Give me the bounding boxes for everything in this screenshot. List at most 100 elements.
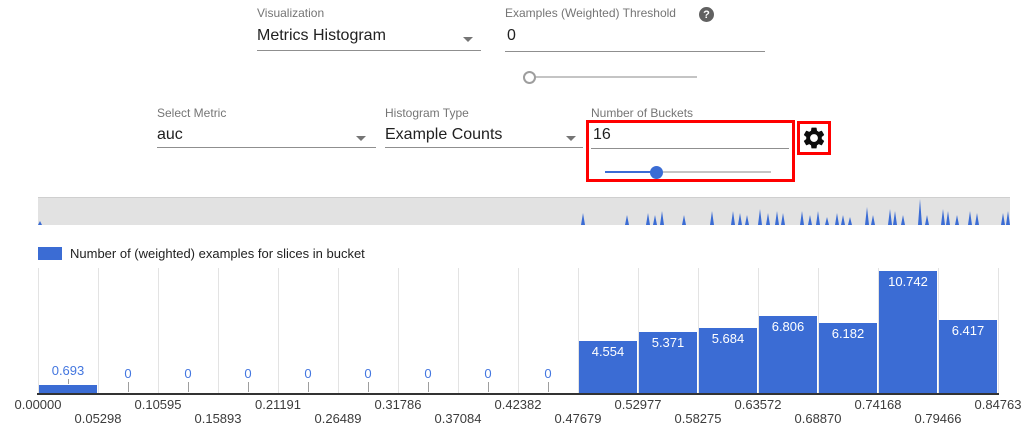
label-stem [68,379,69,384]
bar-value-label: 0 [278,366,338,381]
bar-value-label: 0 [218,366,278,381]
slice-spike [808,215,812,225]
label-stem [128,382,129,392]
histogram-type-label: Histogram Type [385,106,469,120]
slice-spike [901,215,905,225]
x-axis-labels: 0.000000.052980.105950.158930.211910.264… [38,397,1024,427]
slice-spike [682,215,686,225]
slice-spike [865,207,869,225]
visualization-select[interactable]: Metrics Histogram [257,27,386,45]
histogram-bar[interactable] [879,271,937,393]
slice-spike [731,211,735,225]
bar-value-label: 4.554 [578,344,638,359]
threshold-slider-thumb[interactable] [523,71,536,84]
slice-spike [38,221,42,225]
histogram-type-select[interactable]: Example Counts [385,126,502,144]
slice-spike [871,215,875,225]
label-stem [368,382,369,392]
label-stem [548,382,549,392]
slice-overview-strip[interactable] [38,197,1010,225]
threshold-input[interactable]: 0 [507,27,516,45]
bar-value-label: 5.684 [698,331,758,346]
chevron-down-icon[interactable] [356,136,366,141]
x-axis-tick-label: 0.05298 [66,411,130,426]
slice-spike [775,211,779,225]
bar-value-label: 0 [98,366,158,381]
bar-value-label: 6.417 [938,323,998,338]
select-metric-select[interactable]: auc [157,126,183,144]
slice-spike [841,215,845,225]
chart-legend: Number of (weighted) examples for slices… [38,246,365,261]
x-axis-tick-label: 0.84763 [966,397,1024,412]
slice-spike [745,215,749,225]
slice-spike [1006,211,1010,225]
x-axis-tick-label: 0.58275 [666,411,730,426]
chevron-down-icon[interactable] [463,37,473,42]
help-icon[interactable]: ? [699,7,714,22]
x-axis-tick-label: 0.63572 [726,397,790,412]
slice-spike [646,213,650,225]
x-axis-tick-label: 0.21191 [246,397,310,412]
bar-value-label: 6.806 [758,319,818,334]
histogram-bar[interactable] [39,385,97,393]
num-buckets-slider-fill [605,171,656,173]
gear-icon[interactable] [801,125,827,151]
num-buckets-slider-thumb[interactable] [650,166,663,179]
slice-spike [781,213,785,225]
x-axis-tick-label: 0.15893 [186,411,250,426]
slice-spike [625,215,629,225]
bar-value-label: 0 [338,366,398,381]
gridline [998,268,999,393]
slice-spike [925,215,929,225]
label-stem [488,382,489,392]
slice-spike [941,209,945,225]
bar-value-label: 0 [158,366,218,381]
slice-spike [660,211,664,225]
slice-spike [653,215,657,225]
bar-value-label: 5.371 [638,335,698,350]
x-axis-tick-label: 0.37084 [426,411,490,426]
slice-spike [848,217,852,225]
bar-value-label: 0 [518,366,578,381]
x-axis-tick-label: 0.26489 [306,411,370,426]
x-axis-tick-label: 0.31786 [366,397,430,412]
threshold-slider-track[interactable] [523,76,697,78]
slice-spike [816,211,820,225]
slice-spike [758,209,762,225]
bar-value-label: 0.693 [38,363,98,378]
legend-swatch [38,247,62,260]
x-axis-tick-label: 0.00000 [6,397,70,412]
metrics-histogram-panel: Visualization Metrics Histogram Examples… [0,0,1024,432]
slice-spike [738,213,742,225]
slice-spike [581,213,585,225]
threshold-underline [505,51,765,52]
visualization-label: Visualization [257,6,324,20]
label-stem [188,382,189,392]
slice-spike [710,211,714,225]
x-axis-line [37,393,999,395]
x-axis-tick-label: 0.47679 [546,411,610,426]
chevron-down-icon[interactable] [566,136,576,141]
bar-value-label: 10.742 [878,274,938,289]
select-metric-label: Select Metric [157,106,226,120]
label-stem [308,382,309,392]
slice-spike [946,211,950,225]
x-axis-tick-label: 0.68870 [786,411,850,426]
slice-spike [975,213,979,225]
slice-spike [835,213,839,225]
slice-spike [766,213,770,225]
legend-label: Number of (weighted) examples for slices… [70,246,365,261]
num-buckets-input[interactable]: 16 [593,126,611,144]
x-axis-tick-label: 0.42382 [486,397,550,412]
label-stem [428,382,429,392]
x-axis-tick-label: 0.79466 [906,411,970,426]
slice-spike [888,209,892,225]
bar-value-label: 0 [398,366,458,381]
bar-value-label: 6.182 [818,326,878,341]
slice-spike [1001,213,1005,225]
label-stem [248,382,249,392]
visualization-underline [257,50,481,51]
num-buckets-label: Number of Buckets [591,106,693,120]
threshold-label: Examples (Weighted) Threshold [505,6,676,20]
slice-spike [955,215,959,225]
